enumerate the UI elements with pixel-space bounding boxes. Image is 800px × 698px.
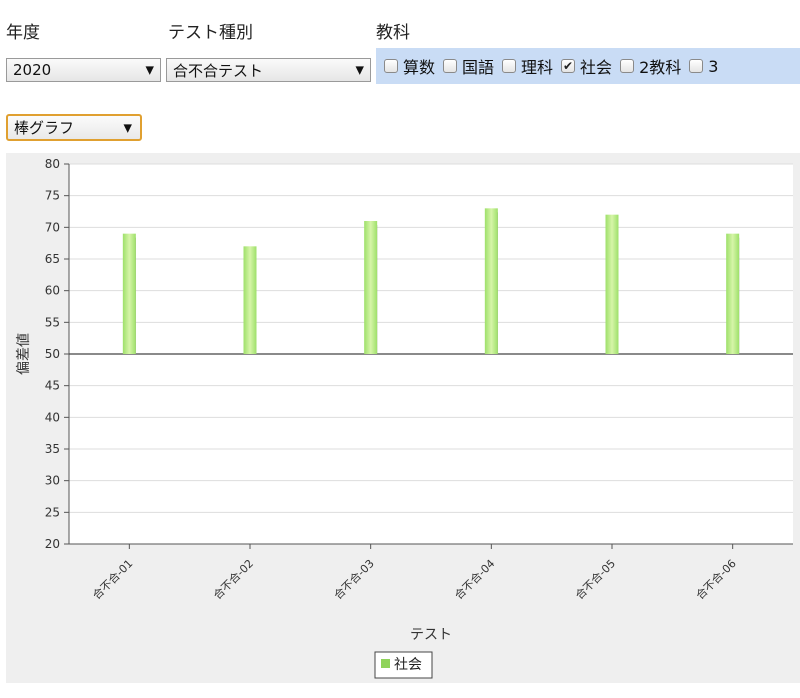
- subject-option-label: 理科: [521, 58, 554, 77]
- chart-type-select[interactable]: 棒グラフ ▼: [6, 114, 142, 141]
- y-tick-label: 55: [45, 315, 60, 329]
- y-tick-label: 70: [45, 220, 60, 234]
- y-tick-label: 30: [45, 474, 60, 488]
- subject-option[interactable]: 2教科: [620, 54, 681, 78]
- checkbox-checked[interactable]: ✔: [561, 59, 576, 73]
- subject-label: 教科: [376, 23, 410, 43]
- subject-option[interactable]: 国語: [443, 54, 494, 78]
- bar: [484, 208, 498, 354]
- y-tick-label: 50: [45, 347, 60, 361]
- subject-option-label: 社会: [580, 58, 613, 77]
- test-type-select-value: 合不合テスト: [173, 61, 264, 80]
- y-tick-label: 20: [45, 537, 60, 551]
- bar: [726, 233, 740, 354]
- year-label: 年度: [6, 23, 40, 43]
- x-tick-label: 合不合-02: [210, 556, 256, 602]
- checkbox[interactable]: [443, 59, 458, 73]
- subject-option-label: 3: [708, 56, 719, 76]
- subject-option[interactable]: 算数: [384, 54, 435, 78]
- legend-swatch: [381, 659, 390, 668]
- y-tick-label: 80: [45, 157, 60, 171]
- y-tick-label: 75: [45, 189, 60, 203]
- y-tick-label: 65: [45, 252, 60, 266]
- bar: [605, 214, 619, 354]
- subject-option-label: 2教科: [639, 58, 682, 77]
- y-tick-label: 35: [45, 442, 60, 456]
- bar: [364, 221, 378, 354]
- x-tick-label: 合不合-06: [693, 556, 739, 602]
- checkbox[interactable]: [620, 59, 635, 73]
- y-tick-label: 45: [45, 379, 60, 393]
- chevron-down-icon: ▼: [355, 63, 364, 77]
- x-axis-title: テスト: [410, 627, 452, 643]
- x-tick-label: 合不合-03: [331, 556, 377, 602]
- subject-option[interactable]: 3: [689, 57, 718, 76]
- x-tick-label: 合不合-01: [90, 556, 136, 602]
- subject-option-label: 算数: [403, 58, 436, 77]
- subject-checkbox-group: 算数 国語 理科 ✔ 社会 2教科 3: [376, 48, 800, 84]
- bar: [122, 233, 136, 354]
- subject-option[interactable]: 理科: [502, 54, 553, 78]
- checkbox[interactable]: [384, 59, 398, 73]
- subject-option[interactable]: ✔ 社会: [561, 54, 612, 78]
- x-tick-label: 合不合-05: [572, 556, 618, 602]
- x-tick-label: 合不合-04: [452, 556, 498, 602]
- chevron-down-icon: ▼: [123, 121, 132, 134]
- chart-panel: 20 25 30 35 40 45 50 55 60 65 70 75 80 合不合-01 合不合-02 合不…: [6, 153, 800, 683]
- bar: [243, 246, 257, 354]
- test-type-select[interactable]: 合不合テスト ▼: [166, 58, 371, 82]
- subject-option-label: 国語: [462, 58, 495, 77]
- bar-chart: 20 25 30 35 40 45 50 55 60 65 70 75 80 合不合-01 合不合-02 合不…: [16, 157, 793, 679]
- chart-type-select-value: 棒グラフ: [14, 119, 75, 137]
- y-tick-label: 40: [45, 410, 60, 424]
- chevron-down-icon: ▼: [145, 63, 154, 77]
- checkbox[interactable]: [689, 59, 704, 73]
- y-axis-title: 偏差値: [16, 333, 32, 375]
- y-tick-label: 25: [45, 505, 60, 519]
- checkbox[interactable]: [502, 59, 517, 73]
- year-select-value: 2020: [13, 61, 52, 79]
- year-select[interactable]: 2020 ▼: [6, 58, 161, 82]
- test-type-label: テスト種別: [168, 23, 253, 43]
- legend-label: 社会: [394, 657, 422, 673]
- y-tick-label: 60: [45, 284, 60, 298]
